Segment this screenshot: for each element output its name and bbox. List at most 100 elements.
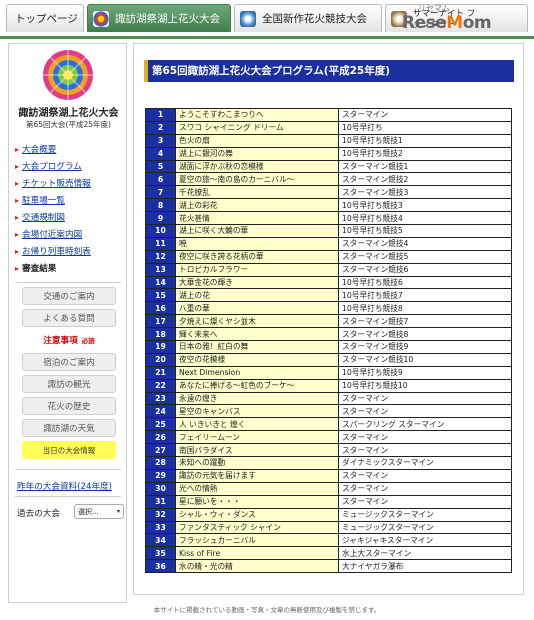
weather-button[interactable]: 諏訪湖の天気 bbox=[22, 419, 116, 437]
program-name: 湖面に浮かぶ秋の恋模様 bbox=[175, 159, 339, 174]
notices-label: 注意事項 bbox=[43, 336, 78, 346]
history-button[interactable]: 花火の歴史 bbox=[22, 397, 116, 415]
program-type: スターマイン bbox=[338, 430, 512, 445]
past-events-label: 過去の大会 bbox=[17, 509, 60, 519]
program-number: 29 bbox=[145, 468, 176, 483]
program-name: 千花繚乱 bbox=[175, 185, 339, 200]
menu-parking[interactable]: 駐車場一覧 bbox=[15, 192, 91, 209]
program-type: スターマイン競技10 bbox=[338, 352, 512, 367]
program-number: 13 bbox=[145, 262, 176, 277]
lodging-button[interactable]: 宿泊のご案内 bbox=[22, 353, 116, 371]
program-type: 10号早打ち競技7 bbox=[338, 288, 512, 303]
program-type: 10号早打ち競技4 bbox=[338, 211, 512, 226]
menu-train-timetable[interactable]: お帰り列車時刻表 bbox=[15, 243, 91, 260]
program-type: スターマイン bbox=[338, 443, 512, 458]
program-type: スターマイン bbox=[338, 468, 512, 483]
program-number: 27 bbox=[145, 443, 176, 458]
program-number: 2 bbox=[145, 120, 176, 135]
program-number: 18 bbox=[145, 327, 176, 342]
program-name: 星空のキャンバス bbox=[175, 404, 339, 419]
table-row: 22 あなたに捧げる～虹色のブーケ～ 10号早打ち競技10 bbox=[145, 378, 512, 393]
brand-subtext: リセマム bbox=[418, 4, 450, 13]
program-type: スターマイン bbox=[338, 404, 512, 419]
program-name: 八重の華 bbox=[175, 301, 339, 316]
program-type: 10号早打ち bbox=[338, 120, 512, 135]
traffic-guide-button[interactable]: 交通のご案内 bbox=[22, 287, 116, 305]
table-row: 25 人 いきいきと 煌く スパークリング スターマイン bbox=[145, 417, 512, 432]
program-name: 暁 bbox=[175, 236, 339, 251]
program-name: フェイリームーン bbox=[175, 430, 339, 445]
program-name: 湖上に咲く大輪の華 bbox=[175, 224, 339, 238]
program-type: スターマイン競技5 bbox=[338, 249, 512, 264]
table-row: 23 永遠の煌き スターマイン bbox=[145, 391, 512, 406]
program-type: 10号早打ち競技1 bbox=[338, 133, 512, 148]
sightseeing-button[interactable]: 諏訪の観光 bbox=[22, 375, 116, 393]
program-type: スターマイン競技7 bbox=[338, 314, 512, 329]
table-row: 6 夏空の旅～南の島のカーニバル～ スターマイン競技2 bbox=[145, 172, 512, 187]
table-row: 14 大華金花の輝き 10号早打ち競技6 bbox=[145, 275, 512, 290]
tab-national-competition[interactable]: 全国新作花火競技大会 bbox=[234, 4, 382, 32]
resemom-logo: ReseMom bbox=[402, 13, 492, 33]
program-number: 28 bbox=[145, 456, 176, 470]
program-name: 星に願いを・・・ bbox=[175, 494, 339, 509]
program-name: Next Dimension bbox=[175, 365, 339, 380]
program-number: 33 bbox=[145, 520, 176, 535]
program-name: トロピカルフラワー bbox=[175, 262, 339, 277]
table-row: 12 夜空に咲き誇る花柄の華 スターマイン競技5 bbox=[145, 249, 512, 264]
tab-top-page[interactable]: トップページ bbox=[6, 4, 84, 32]
program-number: 24 bbox=[145, 404, 176, 419]
table-row: 20 夜空の花模様 スターマイン競技10 bbox=[145, 352, 512, 367]
menu-venue-map[interactable]: 会場付近案内図 bbox=[15, 226, 91, 243]
program-number: 34 bbox=[145, 533, 176, 548]
program-number: 8 bbox=[145, 198, 176, 213]
menu-overview[interactable]: 大会概要 bbox=[15, 141, 91, 158]
table-row: 26 フェイリームーン スターマイン bbox=[145, 430, 512, 445]
program-number: 26 bbox=[145, 430, 176, 445]
program-type: 水上大スターマイン bbox=[338, 546, 512, 561]
program-name: 未知への躍動 bbox=[175, 456, 339, 470]
sidebar-menu: 大会概要 大会プログラム チケット販売情報 駐車場一覧 交通規制図 会場付近案内… bbox=[15, 141, 91, 277]
program-name: ファンタスティック シャイン bbox=[175, 520, 339, 535]
table-row: 36 水の精・光の精 大ナイヤガラ瀑布 bbox=[145, 559, 512, 574]
program-name: 南国パラダイス bbox=[175, 443, 339, 458]
program-number: 21 bbox=[145, 365, 176, 380]
table-row: 27 南国パラダイス スターマイン bbox=[145, 443, 512, 458]
table-row: 19 日本の雅！紅白の舞 スターマイン競技9 bbox=[145, 340, 512, 354]
table-row: 16 八重の華 10号早打ち競技8 bbox=[145, 301, 512, 316]
fireworks-logo-icon bbox=[43, 50, 93, 100]
table-row: 30 光への情熱 スターマイン bbox=[145, 481, 512, 496]
past-documents-link[interactable]: 昨年の大会資料(24年度) bbox=[17, 480, 112, 492]
sidebar: 諏訪湖祭湖上花火大会 第65回大会(平成25年度) 大会概要 大会プログラム チ… bbox=[8, 43, 127, 603]
program-name: 人 いきいきと 煌く bbox=[175, 417, 339, 432]
menu-results[interactable]: 審査結果 bbox=[15, 260, 91, 277]
program-number: 30 bbox=[145, 481, 176, 496]
program-name: 夏空の旅～南の島のカーニバル～ bbox=[175, 172, 339, 187]
table-row: 15 湖上の花 10号早打ち競技7 bbox=[145, 288, 512, 303]
program-name: 諏訪の元気を届けます bbox=[175, 468, 339, 483]
program-type: 10号早打ち競技9 bbox=[338, 365, 512, 380]
program-name: 輝く未来へ bbox=[175, 327, 339, 342]
program-number: 23 bbox=[145, 391, 176, 406]
program-number: 31 bbox=[145, 494, 176, 509]
menu-tickets[interactable]: チケット販売情報 bbox=[15, 175, 91, 192]
table-row: 9 花火甚情 10号早打ち競技4 bbox=[145, 211, 512, 226]
program-name: 夜空の花模様 bbox=[175, 352, 339, 367]
program-name: Kiss of Fire bbox=[175, 546, 339, 561]
program-type: ダイナミックスターマイン bbox=[338, 456, 512, 470]
today-info-button[interactable]: 当日の大会情報 bbox=[22, 441, 116, 459]
tab-suwa-fireworks[interactable]: 諏訪湖祭湖上花火大会 bbox=[87, 4, 231, 32]
program-name: 湖上に銀河の舞 bbox=[175, 146, 339, 161]
program-type: スターマイン bbox=[338, 481, 512, 496]
menu-traffic[interactable]: 交通規制図 bbox=[15, 209, 91, 226]
program-type: スターマイン競技8 bbox=[338, 327, 512, 342]
program-name: 大華金花の輝き bbox=[175, 275, 339, 290]
menu-program[interactable]: 大会プログラム bbox=[15, 158, 91, 175]
program-number: 19 bbox=[145, 340, 176, 354]
info-buttons: 交通のご案内 よくある質問 注意事項 必読 宿泊のご案内 諏訪の観光 花火の歴史 … bbox=[22, 287, 116, 463]
program-type: スターマイン競技3 bbox=[338, 185, 512, 200]
notices-button[interactable]: 注意事項 必読 bbox=[22, 331, 116, 349]
program-number: 15 bbox=[145, 288, 176, 303]
program-number: 6 bbox=[145, 172, 176, 187]
faq-button[interactable]: よくある質問 bbox=[22, 309, 116, 327]
past-events-select[interactable]: 選択... ▾ bbox=[74, 504, 124, 519]
